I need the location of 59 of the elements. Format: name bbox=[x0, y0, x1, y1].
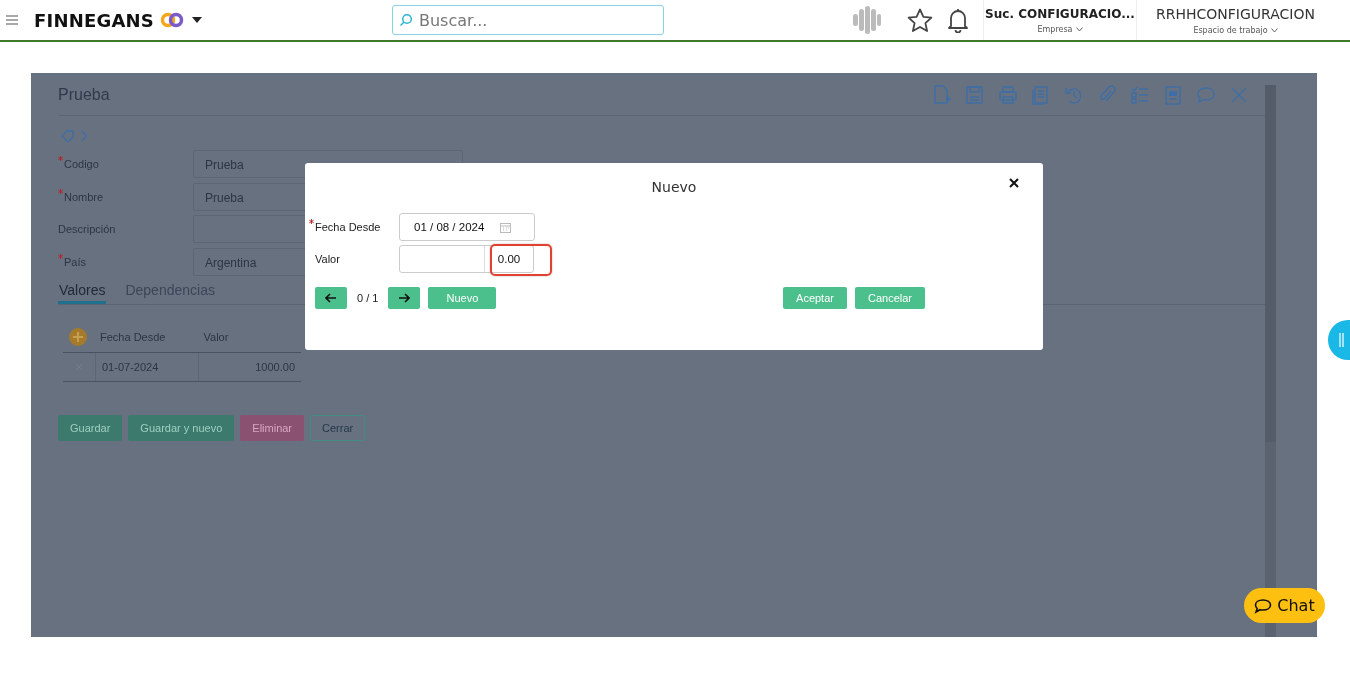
brand-logo[interactable]: FINNEGANS bbox=[34, 9, 154, 31]
add-icon[interactable] bbox=[69, 328, 87, 346]
calendar-icon[interactable] bbox=[500, 221, 512, 233]
checklist-icon[interactable] bbox=[1130, 85, 1150, 105]
right-arrow-icon bbox=[398, 293, 411, 303]
table-cell-text: 1000.00 bbox=[254, 360, 296, 375]
close-icon[interactable] bbox=[1009, 178, 1019, 188]
field-label: Nombre bbox=[64, 190, 104, 203]
table-cell: 01-07-2024 bbox=[96, 353, 199, 381]
caret-icon bbox=[1075, 26, 1083, 32]
field-label: País bbox=[64, 255, 86, 268]
company-name: Suc. CONFIGURACIO... bbox=[985, 6, 1135, 21]
form-button[interactable]: Eliminar bbox=[240, 415, 305, 441]
next-button[interactable] bbox=[388, 287, 421, 309]
dialog-title: Nuevo bbox=[651, 178, 697, 195]
save-icon[interactable] bbox=[965, 85, 985, 105]
column-header: Fecha Desde bbox=[99, 331, 167, 343]
documents-icon[interactable] bbox=[1031, 85, 1051, 105]
rings-logo-icon bbox=[159, 12, 184, 28]
workspace-selector[interactable]: Espacio de trabajo bbox=[1193, 25, 1278, 35]
search-icon bbox=[399, 13, 413, 27]
accept-button[interactable]: Aceptar bbox=[783, 287, 847, 309]
field-label: Codigo bbox=[64, 158, 99, 171]
speech-bubble-icon bbox=[1254, 597, 1273, 614]
new-document-icon[interactable] bbox=[932, 85, 952, 105]
save-and-new-button[interactable]: Guardar y nuevo bbox=[128, 415, 235, 441]
history-icon[interactable] bbox=[1064, 85, 1084, 105]
previous-button[interactable] bbox=[315, 287, 347, 309]
caret-icon[interactable] bbox=[191, 17, 202, 23]
pager-count: 0 / 1 bbox=[357, 292, 379, 304]
chevron-icon[interactable] bbox=[81, 130, 87, 142]
search-input[interactable]: Buscar... bbox=[417, 9, 663, 31]
star-icon[interactable] bbox=[907, 7, 933, 33]
new-button[interactable]: Nuevo bbox=[428, 287, 497, 309]
scrollbar[interactable] bbox=[1265, 85, 1276, 637]
waveform-icon[interactable] bbox=[851, 5, 883, 35]
report-icon[interactable] bbox=[1163, 85, 1183, 105]
bell-icon[interactable] bbox=[947, 7, 969, 33]
search-field[interactable]: Buscar... bbox=[392, 5, 664, 35]
date-field[interactable]: 01 / 08 / 2024 bbox=[399, 213, 535, 241]
tab[interactable]: Valores bbox=[58, 278, 107, 304]
print-icon[interactable] bbox=[998, 85, 1018, 105]
caret-icon bbox=[1270, 27, 1278, 33]
menu-icon[interactable] bbox=[6, 15, 18, 25]
form-button[interactable]: Guardar bbox=[58, 415, 123, 441]
tag-icon[interactable] bbox=[61, 130, 75, 142]
field-label: Valor bbox=[315, 253, 340, 265]
workspace-name: RRHHCONFIGURACION bbox=[1156, 5, 1315, 22]
form-title: Prueba bbox=[58, 86, 110, 104]
field-label: Descripción bbox=[58, 223, 116, 236]
left-arrow-icon bbox=[325, 293, 337, 303]
side-panel-handle-icon[interactable] bbox=[1328, 320, 1350, 360]
field-label: Fecha Desde bbox=[315, 221, 381, 233]
company-selector[interactable]: Empresa bbox=[1037, 24, 1083, 34]
comment-icon[interactable] bbox=[1196, 85, 1216, 105]
form-button[interactable]: Cerrar bbox=[310, 415, 366, 441]
column-header: Valor bbox=[202, 331, 230, 343]
chat-button[interactable]: Chat bbox=[1244, 588, 1325, 623]
cancel-button[interactable]: Cancelar bbox=[854, 287, 925, 309]
